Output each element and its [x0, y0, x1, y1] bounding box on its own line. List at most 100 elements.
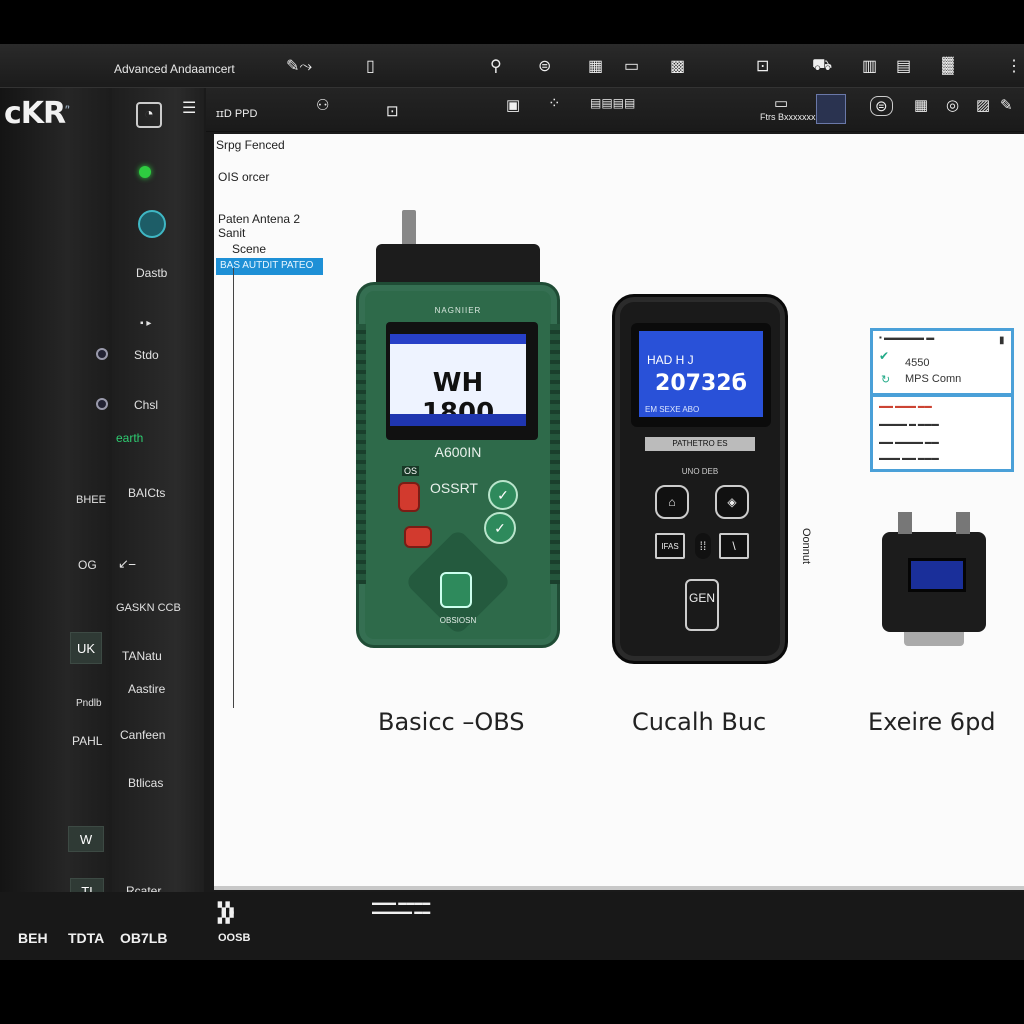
custom-scanner[interactable]: HAD H J 20732б EM SEXE ABO PATHETRO ES U… [612, 294, 788, 664]
sidebar-item[interactable]: Paten Antena 2 [218, 212, 300, 226]
window-icon[interactable]: ▭ [774, 94, 788, 112]
rail-item[interactable]: BAICts [128, 486, 165, 500]
exit-button[interactable] [404, 526, 432, 548]
rail-item[interactable]: Dastb [136, 266, 167, 280]
vehicle-icon[interactable]: ⛟ [812, 54, 832, 78]
screen-bar [390, 414, 526, 426]
rail-item[interactable]: Chsl [134, 398, 158, 412]
edit-icon[interactable]: ✎ [1000, 96, 1013, 114]
rail-item[interactable]: Stdo [134, 348, 159, 362]
bell-icon[interactable]: ⊜ [538, 54, 551, 78]
card-divider [873, 393, 1011, 397]
frame-icon[interactable]: ⊡ [386, 102, 399, 120]
rail-item[interactable]: Aastire [128, 682, 165, 696]
signal-icon[interactable]: ↙⎯ [118, 556, 135, 572]
pin [898, 512, 912, 534]
car-icon[interactable]: ⊡ [756, 54, 769, 78]
bottom-item[interactable]: BEH [18, 930, 48, 946]
qr-icon[interactable]: ▚▚ ▞▞ [218, 904, 233, 924]
checker-icon[interactable]: ▓ [942, 54, 954, 78]
rail-box[interactable]: W [68, 826, 104, 852]
device-caption: Exeire 6pd [868, 708, 996, 736]
expert-info-card[interactable]: ▪ ▬▬▬▬▬ ▬ ✔ 4550 ↻ MPS Comn ▮ ▬▬ ▬▬▬ ▬▬ … [870, 328, 1014, 472]
check-icon: ✔ [879, 349, 890, 363]
basic-obd-scanner[interactable]: NAGNIIER WH 1800 A600IN OS OSSRT ✓ ✓ OBS… [356, 210, 560, 648]
close-icon[interactable]: ▮ [999, 335, 1005, 346]
menu-button[interactable]: IFAS [655, 533, 685, 559]
center-button[interactable] [440, 572, 472, 608]
tag-label: OSSRT [430, 480, 478, 496]
rail-item[interactable]: earth [116, 431, 143, 445]
gen-button[interactable]: GEN [685, 579, 719, 631]
grid-icon[interactable]: ▦ [914, 96, 928, 114]
rail-box[interactable]: UK [70, 632, 102, 664]
keypad-icon[interactable]: ⁞⁞ [695, 533, 711, 559]
logo-mark: ⁿ [65, 104, 69, 115]
rail-item[interactable]: GASKN CCB [116, 602, 181, 614]
ok-button[interactable]: ✓ [484, 512, 516, 544]
tag-label: OS [402, 466, 420, 476]
left-button[interactable]: ⌂ [655, 485, 689, 519]
app-logo: cKRⁿ [4, 96, 70, 131]
up-button[interactable]: ✓ [488, 480, 518, 510]
rail-item[interactable]: TANatu [122, 649, 162, 663]
status-online-icon [139, 166, 151, 178]
model-label: UNO DEB [681, 467, 719, 476]
user-icon[interactable]: ⚇ [316, 96, 329, 114]
wrench-icon[interactable]: ⚲ [490, 54, 502, 78]
card-row: ▬▬▬▬ ▬ ▬▬▬ [879, 421, 939, 428]
chart-icon[interactable]: ▥ [862, 54, 877, 78]
device-caption: Cucalh Buc [632, 708, 767, 736]
logo-text: cKR [4, 96, 66, 131]
bottom-label: OBSIOSN [439, 616, 477, 625]
card-header: ▪ ▬▬▬▬▬ ▬ [879, 333, 935, 342]
model-label: NAGNIIER [434, 306, 482, 315]
sidebar-item[interactable]: Srpg Fenced [216, 138, 285, 152]
grid-icon[interactable]: ▦ [588, 54, 603, 78]
expert-obd-adapter[interactable] [882, 512, 986, 646]
toolbar-label: ɪɪD PPD [216, 108, 258, 120]
monitor-icon[interactable]: ◔ [136, 102, 162, 128]
rail-item[interactable]: OG [78, 558, 97, 572]
sidebar-item[interactable]: OIS orcer [218, 170, 269, 184]
rail-item-mark[interactable]: ▪ ▸ [140, 318, 151, 329]
dots-icon[interactable]: ⁘ [548, 94, 561, 112]
bottom-item[interactable]: OB7LB [120, 930, 167, 946]
radio-icon[interactable] [96, 398, 108, 410]
screen-header: HAD H J [647, 353, 694, 367]
bottom-item[interactable]: TDTA [68, 930, 104, 946]
sidebar-item[interactable]: Sanit [218, 226, 245, 240]
card-row: ▬▬▬ ▬▬ ▬▬▬ [879, 455, 939, 462]
scanner-icon[interactable]: ⊜ [870, 96, 893, 116]
menu-icon[interactable]: ☰ [182, 96, 196, 120]
sidebar-item[interactable]: Scene [232, 242, 266, 256]
circle-icon[interactable]: ◎ [946, 96, 959, 114]
window-icon[interactable]: ▭ [624, 54, 639, 78]
map-icon[interactable]: ▩ [670, 54, 685, 78]
bottom-code: OOSB [218, 932, 251, 944]
rail-item[interactable]: Canfeen [120, 728, 165, 742]
more-icon[interactable]: ⋮ [1006, 54, 1022, 78]
rail-item[interactable]: Pndlb [76, 698, 102, 709]
rail-item[interactable]: Btlicas [128, 776, 163, 790]
card-value: MPS Comn [905, 373, 962, 385]
rail-item[interactable]: BHEE [76, 494, 106, 506]
radio-icon[interactable] [96, 348, 108, 360]
document-icon[interactable]: ▯ [366, 54, 375, 78]
pen-tool-icon[interactable]: ✎⤳ [286, 54, 312, 78]
rail-item[interactable]: PAHL [72, 734, 102, 748]
app-title: Advanced Andaamcert [114, 62, 235, 76]
device-icon[interactable]: ▣ [506, 96, 520, 114]
tabs-icon[interactable]: ▤▤▤▤ [590, 96, 635, 110]
adapter-screen [908, 558, 966, 592]
active-tool-button[interactable] [816, 94, 846, 124]
confirm-button[interactable]: \ [719, 533, 749, 559]
right-button[interactable]: ◈ [715, 485, 749, 519]
brand-strip: PATHETRO ES [645, 437, 755, 451]
image-icon[interactable]: ▨ [976, 96, 990, 114]
table-icon[interactable]: ▤ [896, 54, 911, 78]
target-icon[interactable] [138, 210, 166, 238]
back-button[interactable] [398, 482, 420, 512]
card-row: ▬▬ ▬▬▬▬ ▬▬ [879, 439, 939, 446]
toolbar-label: Ftrs Bxxxxxxx [760, 112, 816, 122]
